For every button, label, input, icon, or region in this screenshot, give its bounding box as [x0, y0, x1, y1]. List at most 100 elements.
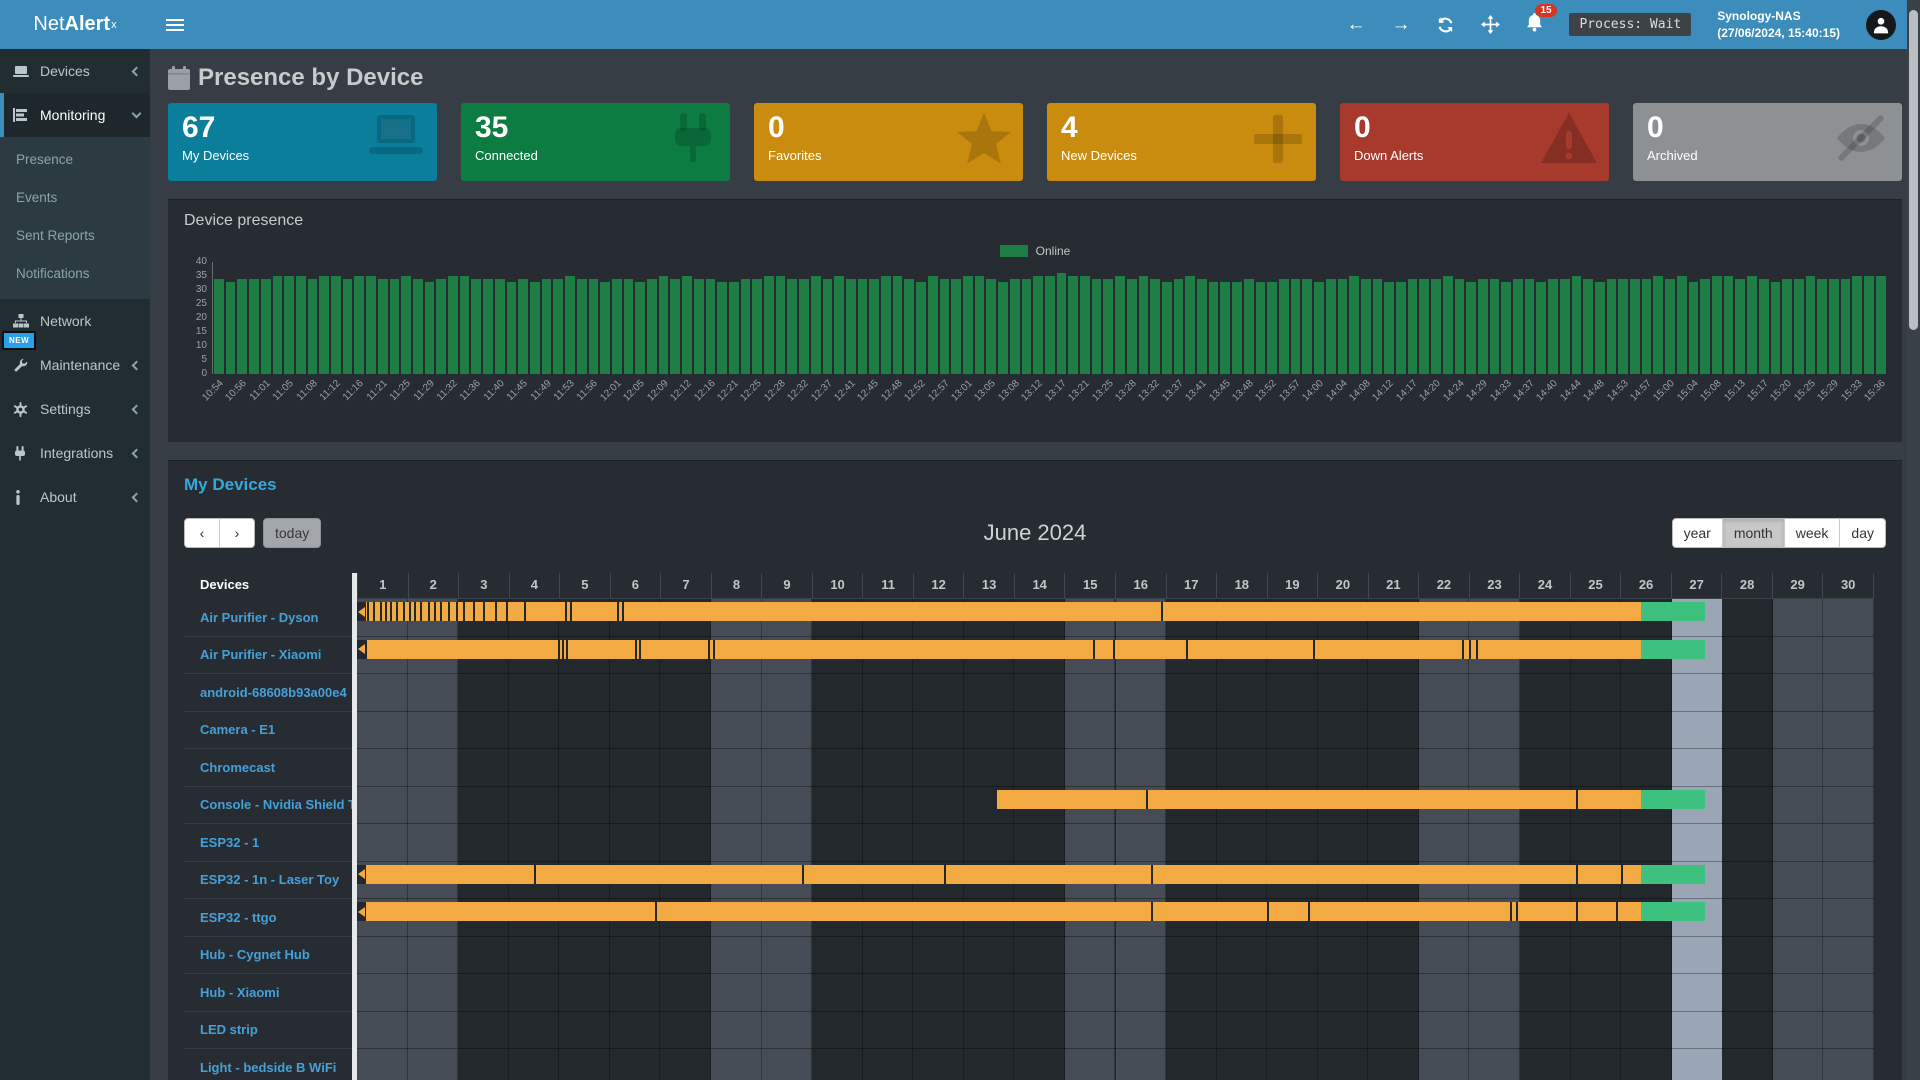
- logo-text-net: Net: [33, 13, 64, 36]
- device-link[interactable]: Hub - Xiaomi: [200, 985, 279, 1000]
- user-avatar[interactable]: [1866, 10, 1896, 40]
- online-count-bar: [1642, 279, 1652, 374]
- y-tick-label: 40: [196, 256, 207, 267]
- online-now-bar[interactable]: [1641, 640, 1704, 659]
- sidebar-subitem-events[interactable]: Events: [0, 179, 150, 217]
- presence-bar[interactable]: [357, 865, 1641, 884]
- presence-bar[interactable]: [357, 602, 1641, 621]
- device-link[interactable]: Camera - E1: [200, 722, 275, 737]
- day-header-29[interactable]: 29: [1772, 573, 1823, 598]
- day-header-3[interactable]: 3: [458, 573, 509, 598]
- online-now-bar[interactable]: [1641, 902, 1704, 921]
- day-header-23[interactable]: 23: [1469, 573, 1520, 598]
- sidebar-item-monitoring[interactable]: Monitoring: [0, 93, 150, 137]
- online-count-bar: [1525, 279, 1535, 374]
- sidebar-item-maintenance[interactable]: NEW Maintenance: [0, 343, 150, 387]
- device-link[interactable]: ESP32 - 1: [200, 835, 259, 850]
- sidebar-item-devices[interactable]: Devices: [0, 49, 150, 93]
- online-now-bar[interactable]: [1641, 602, 1704, 621]
- day-header-27[interactable]: 27: [1671, 573, 1722, 598]
- day-header-12[interactable]: 12: [913, 573, 964, 598]
- day-header-20[interactable]: 20: [1317, 573, 1368, 598]
- day-header-18[interactable]: 18: [1216, 573, 1267, 598]
- day-header-13[interactable]: 13: [963, 573, 1014, 598]
- scrollbar-thumb[interactable]: [1909, 10, 1918, 330]
- online-count-bar: [530, 282, 540, 374]
- sidebar-subitem-presence[interactable]: Presence: [0, 141, 150, 179]
- day-header-25[interactable]: 25: [1570, 573, 1621, 598]
- day-header-16[interactable]: 16: [1115, 573, 1166, 598]
- y-tick-label: 30: [196, 284, 207, 295]
- device-link[interactable]: ESP32 - ttgo: [200, 910, 277, 925]
- device-row: Console - Nvidia Shield T: [184, 787, 357, 825]
- day-header-6[interactable]: 6: [610, 573, 661, 598]
- device-link[interactable]: Air Purifier - Dyson: [200, 610, 318, 625]
- day-header-9[interactable]: 9: [761, 573, 812, 598]
- day-header-14[interactable]: 14: [1014, 573, 1065, 598]
- device-link[interactable]: Light - bedside B WiFi: [200, 1060, 336, 1075]
- day-header-30[interactable]: 30: [1822, 573, 1874, 598]
- device-link[interactable]: Console - Nvidia Shield T: [200, 797, 356, 812]
- day-header-2[interactable]: 2: [408, 573, 459, 598]
- device-link[interactable]: ESP32 - 1n - Laser Toy: [200, 872, 339, 887]
- refresh-icon[interactable]: [1436, 16, 1455, 34]
- online-count-bar: [787, 279, 797, 374]
- page-scrollbar[interactable]: [1907, 0, 1920, 1080]
- notifications-bell[interactable]: 15: [1526, 13, 1543, 37]
- move-arrows-icon[interactable]: [1481, 15, 1500, 34]
- online-count-bar: [904, 279, 914, 374]
- chart-legend[interactable]: Online: [184, 244, 1886, 258]
- day-header-1[interactable]: 1: [357, 573, 408, 598]
- presence-bar[interactable]: [997, 790, 1642, 809]
- presence-gap: [1621, 865, 1623, 884]
- device-link[interactable]: Hub - Cygnet Hub: [200, 947, 310, 962]
- day-header-5[interactable]: 5: [559, 573, 610, 598]
- card-new-devices[interactable]: 4 New Devices: [1047, 103, 1316, 181]
- day-header-24[interactable]: 24: [1519, 573, 1570, 598]
- card-my-devices[interactable]: 67 My Devices: [168, 103, 437, 181]
- gear-icon: [13, 402, 33, 417]
- day-header-26[interactable]: 26: [1620, 573, 1671, 598]
- online-count-bar: [226, 282, 236, 374]
- online-count-bar: [1572, 276, 1582, 374]
- card-down-alerts[interactable]: 0 Down Alerts: [1340, 103, 1609, 181]
- day-header-15[interactable]: 15: [1064, 573, 1115, 598]
- day-header-28[interactable]: 28: [1721, 573, 1772, 598]
- day-header-22[interactable]: 22: [1418, 573, 1469, 598]
- sidebar-toggle-icon[interactable]: [166, 16, 184, 34]
- device-link[interactable]: Air Purifier - Xiaomi: [200, 647, 321, 662]
- presence-gap: [562, 640, 564, 659]
- day-header-19[interactable]: 19: [1267, 573, 1318, 598]
- sidebar-item-integrations[interactable]: Integrations: [0, 431, 150, 475]
- back-arrow-icon[interactable]: ←: [1346, 14, 1365, 36]
- online-count-bar: [1560, 279, 1570, 374]
- day-header-7[interactable]: 7: [660, 573, 711, 598]
- forward-arrow-icon[interactable]: →: [1391, 14, 1410, 36]
- day-header-17[interactable]: 17: [1166, 573, 1217, 598]
- card-connected[interactable]: 35 Connected: [461, 103, 730, 181]
- day-header-21[interactable]: 21: [1368, 573, 1419, 598]
- app-logo[interactable]: NetAlertx: [0, 0, 150, 49]
- presence-bar[interactable]: [357, 902, 1641, 921]
- card-favorites[interactable]: 0 Favorites: [754, 103, 1023, 181]
- day-header-8[interactable]: 8: [711, 573, 762, 598]
- card-archived[interactable]: 0 Archived: [1633, 103, 1902, 181]
- sidebar-item-about[interactable]: About: [0, 475, 150, 519]
- day-header-4[interactable]: 4: [509, 573, 560, 598]
- sidebar-subitem-notifications[interactable]: Notifications: [0, 255, 150, 293]
- column-resizer[interactable]: [352, 573, 357, 1080]
- device-link[interactable]: LED strip: [200, 1022, 258, 1037]
- sidebar-item-settings[interactable]: Settings: [0, 387, 150, 431]
- presence-gap: [1093, 640, 1095, 659]
- online-count-bar: [600, 282, 610, 374]
- presence-gap: [1146, 790, 1148, 809]
- day-header-10[interactable]: 10: [812, 573, 863, 598]
- day-header-11[interactable]: 11: [862, 573, 913, 598]
- presence-bar[interactable]: [357, 640, 1641, 659]
- device-link[interactable]: android-68608b93a00e4: [200, 685, 347, 700]
- device-link[interactable]: Chromecast: [200, 760, 275, 775]
- online-now-bar[interactable]: [1641, 790, 1704, 809]
- online-now-bar[interactable]: [1641, 865, 1704, 884]
- online-count-bar: [507, 282, 517, 374]
- sidebar-subitem-sent-reports[interactable]: Sent Reports: [0, 217, 150, 255]
